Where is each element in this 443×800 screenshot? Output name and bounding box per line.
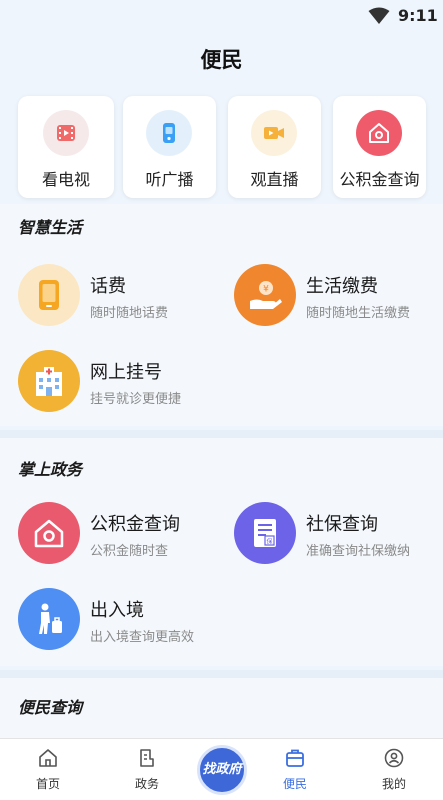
- payment-hand-icon: ¥: [234, 264, 296, 326]
- service-desc: 准确查询社保缴纳: [306, 544, 411, 559]
- briefcase-icon: [286, 749, 304, 767]
- tab-government[interactable]: 政务: [112, 747, 182, 797]
- service-life-payment[interactable]: ¥ 生活缴费 随时随地生活缴费: [234, 264, 434, 328]
- section-divider: [0, 430, 443, 438]
- service-social-security-query[interactable]: 保 社保查询 准确查询社保缴纳: [234, 502, 434, 566]
- service-desc: 随时随地话费: [90, 306, 169, 321]
- status-bar: 9:11: [0, 0, 443, 32]
- section-divider: [0, 670, 443, 678]
- service-name: 公积金查询: [90, 514, 180, 535]
- social-security-icon: 保: [234, 502, 296, 564]
- tab-label: 政务: [134, 777, 159, 791]
- section-smart-life: 智慧生活 话费 随时随地话费 ¥ 生活缴费 随时随地生活缴费 网上挂号 挂号就诊…: [0, 204, 443, 426]
- tv-video-icon: [43, 110, 89, 156]
- wifi-icon: [368, 7, 390, 24]
- housing-fund-icon: [356, 110, 402, 156]
- tab-profile[interactable]: 我的: [359, 747, 429, 797]
- section-title: 智慧生活: [18, 218, 83, 237]
- section-title: 掌上政务: [18, 460, 83, 479]
- service-online-registration[interactable]: 网上挂号 挂号就诊更便捷: [18, 350, 218, 414]
- service-desc: 随时随地生活缴费: [306, 306, 411, 321]
- quick-action-tv[interactable]: 看电视: [18, 96, 114, 198]
- traveler-icon: [18, 588, 80, 650]
- housing-fund-icon: [18, 502, 80, 564]
- profile-icon: [384, 748, 404, 768]
- tab-home[interactable]: 首页: [13, 747, 83, 797]
- service-name: 网上挂号: [90, 362, 162, 383]
- service-housing-fund-query[interactable]: 公积金查询 公积金随时查: [18, 502, 218, 566]
- radio-icon: [146, 110, 192, 156]
- quick-action-label: 听广播: [145, 170, 194, 189]
- quick-action-label: 观直播: [250, 170, 299, 189]
- svg-text:¥: ¥: [263, 285, 269, 295]
- section-convenience-query: 便民查询: [0, 678, 443, 740]
- quick-action-housing-fund[interactable]: 公积金查询: [333, 96, 426, 198]
- find-government-button[interactable]: 找政府: [197, 745, 247, 795]
- svg-text:保: 保: [266, 537, 272, 545]
- section-mobile-government: 掌上政务 公积金查询 公积金随时查 保 社保查询 准确查询社保缴纳 出入境 出入…: [0, 438, 443, 666]
- quick-action-label: 看电视: [41, 170, 90, 189]
- service-exit-entry[interactable]: 出入境 出入境查询更高效: [18, 588, 238, 652]
- section-title: 便民查询: [18, 698, 83, 717]
- quick-action-live[interactable]: 观直播: [228, 96, 321, 198]
- tab-convenience[interactable]: 便民: [260, 747, 330, 797]
- quick-action-label: 公积金查询: [339, 170, 420, 189]
- service-desc: 公积金随时查: [90, 544, 169, 559]
- bottom-tab-bar: 首页 政务 找政府 便民 我的: [0, 738, 443, 800]
- status-time: 9:11: [398, 6, 438, 25]
- quick-action-radio[interactable]: 听广播: [123, 96, 216, 198]
- tab-label: 便民: [282, 777, 307, 791]
- service-name: 话费: [90, 276, 126, 297]
- page-title: 便民: [200, 48, 243, 72]
- tab-label: 我的: [381, 777, 406, 791]
- phone-icon: [18, 264, 80, 326]
- service-name: 生活缴费: [306, 276, 378, 297]
- service-phone-bill[interactable]: 话费 随时随地话费: [18, 264, 218, 328]
- tab-label: 首页: [35, 777, 60, 791]
- document-icon: [140, 749, 154, 767]
- service-desc: 挂号就诊更便捷: [90, 392, 182, 407]
- service-desc: 出入境查询更高效: [90, 630, 195, 645]
- service-name: 出入境: [90, 600, 144, 621]
- service-name: 社保查询: [306, 514, 378, 535]
- quick-actions: 看电视 听广播 观直播 公积金查询: [0, 92, 443, 202]
- home-icon: [39, 749, 57, 767]
- hospital-icon: [18, 350, 80, 412]
- live-camera-icon: [251, 110, 297, 156]
